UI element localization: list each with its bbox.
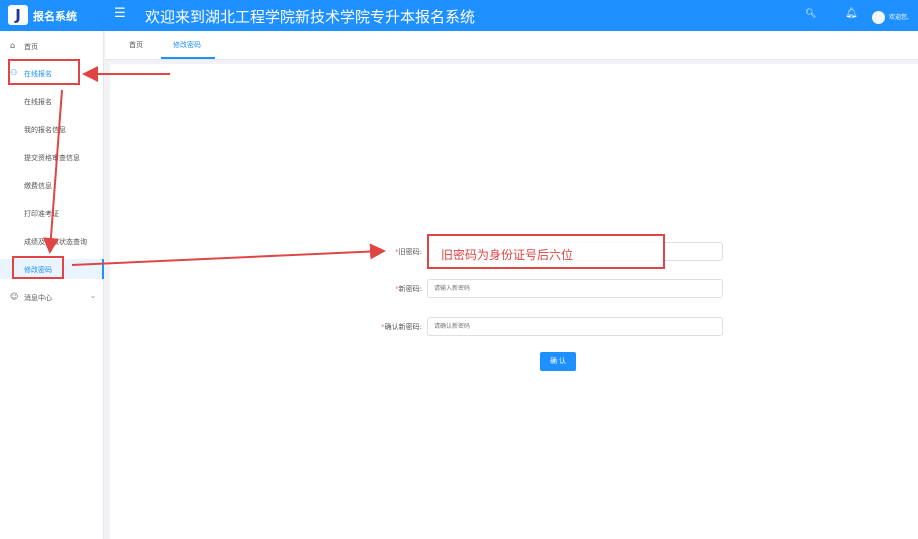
tab-home[interactable]: 首页: [129, 40, 143, 50]
sidebar-item-label: 在线报名: [24, 98, 52, 106]
new-password-input[interactable]: [427, 279, 723, 298]
confirm-password-label: *确认新密码:: [381, 323, 422, 331]
sidebar-subitem-qualification[interactable]: 提交资格审查信息: [0, 147, 104, 167]
annotation-note-text: 旧密码为身份证号后六位: [441, 248, 574, 262]
confirm-button[interactable]: 确 认: [540, 352, 576, 371]
sidebar-item-label: 成绩及录取状态查询: [24, 238, 87, 246]
sidebar-subitem-score-query[interactable]: 成绩及录取状态查询: [0, 231, 104, 251]
sidebar-item-label: 打印准考证: [24, 210, 59, 218]
new-password-label: *新密码:: [395, 285, 422, 293]
sidebar-item-label: 首页: [24, 43, 38, 51]
confirm-password-input[interactable]: [427, 317, 723, 336]
active-indicator: [102, 259, 104, 279]
highlight-online-reg: [8, 59, 80, 85]
user-greeting[interactable]: 欢迎您,: [889, 12, 909, 21]
old-password-label: *旧密码:: [395, 248, 422, 256]
bell-icon[interactable]: 🔔︎: [845, 8, 858, 19]
tab-change-password[interactable]: 修改密码: [173, 40, 201, 50]
main-content: [110, 64, 918, 539]
chevron-down-icon: ⌄: [90, 292, 96, 300]
highlight-change-password: [12, 256, 64, 279]
annotation-note: 旧密码为身份证号后六位: [427, 234, 665, 269]
sidebar-item-label: 缴费信息: [24, 182, 52, 190]
sidebar-subitem-payment[interactable]: 缴费信息: [0, 175, 104, 195]
sidebar-subitem-my-info[interactable]: 我的报名信息: [0, 119, 104, 139]
sidebar-item-home[interactable]: ⌂ 首页: [0, 36, 104, 56]
app-name: 报名系统: [33, 10, 77, 23]
sidebar-subitem-admission-ticket[interactable]: 打印准考证: [0, 203, 104, 223]
sidebar-subitem-online-reg[interactable]: 在线报名: [0, 91, 104, 111]
sidebar-item-messages[interactable]: ☺ 消息中心 ⌄: [0, 287, 104, 307]
search-icon[interactable]: 🔍︎: [805, 9, 816, 19]
top-bar: J 报名系统 ☰ 欢迎来到湖北工程学院新技术学院专升本报名系统 🔍︎ 🔔︎ 欢迎…: [0, 0, 918, 31]
sidebar-item-label: 提交资格审查信息: [24, 154, 80, 162]
confirm-password-row: *确认新密码:: [360, 317, 730, 339]
tab-active-underline: [161, 57, 215, 59]
page-title: 欢迎来到湖北工程学院新技术学院专升本报名系统: [145, 8, 476, 26]
home-icon: ⌂: [10, 41, 16, 50]
sidebar-item-label: 我的报名信息: [24, 126, 66, 134]
tab-bar: 首页 修改密码: [105, 31, 918, 60]
sidebar-item-label: 消息中心: [24, 294, 52, 302]
avatar[interactable]: [872, 11, 885, 24]
sidebar: ⌂ 首页 ⚇ 在线报名 在线报名 我的报名信息 提交资格审查信息 缴费信息 打印…: [0, 31, 104, 539]
app-logo: J: [8, 5, 28, 25]
new-password-row: *新密码:: [380, 279, 730, 301]
menu-toggle-icon[interactable]: ☰: [114, 6, 126, 21]
message-icon: ☺: [10, 292, 19, 301]
